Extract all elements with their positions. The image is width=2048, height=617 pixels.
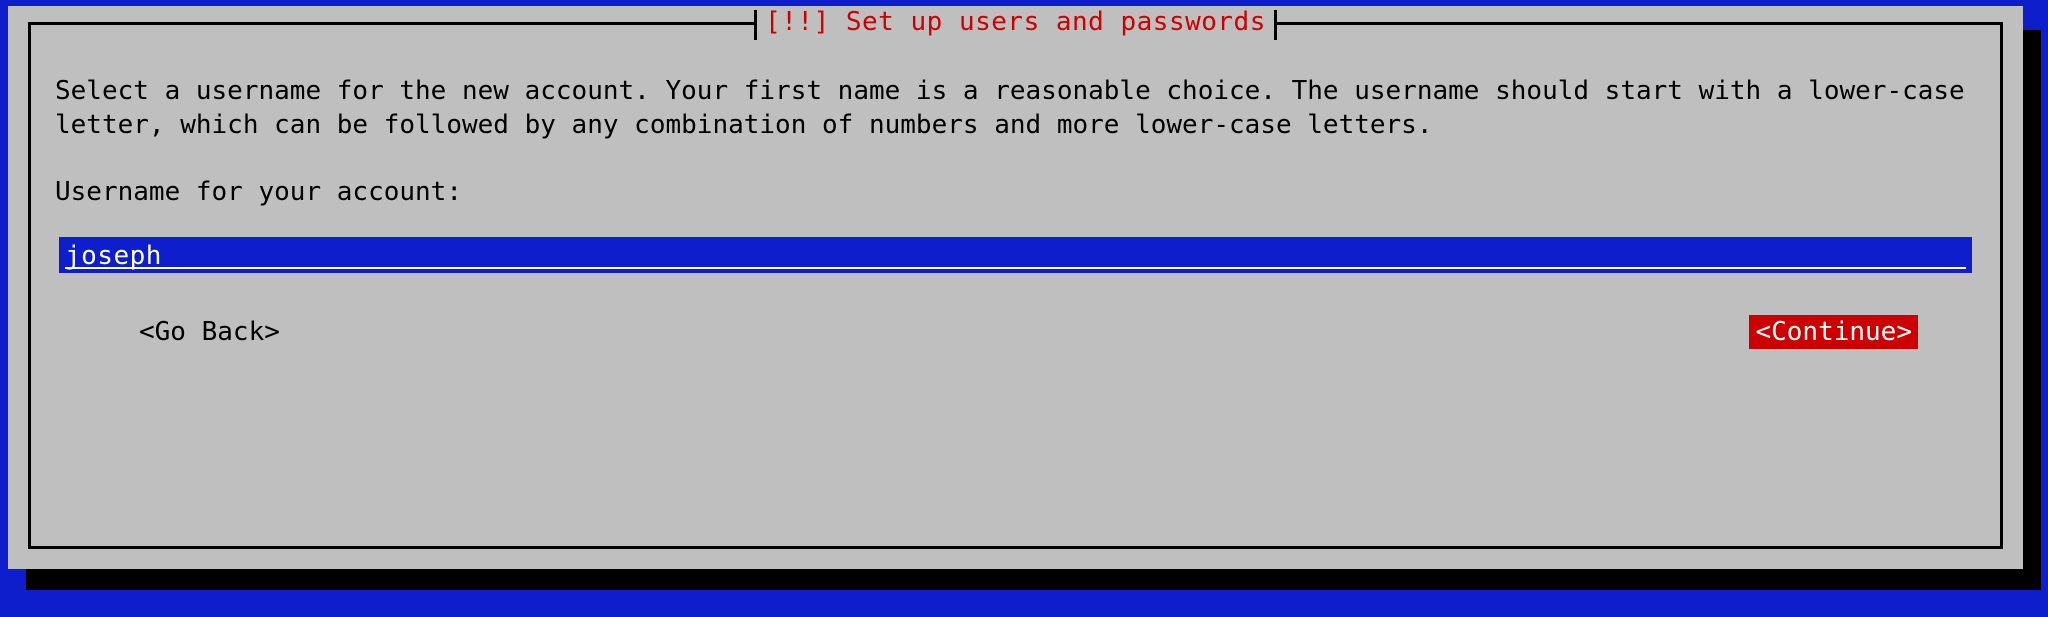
- go-back-button[interactable]: <Go Back>: [133, 315, 286, 349]
- dialog-title: [!!] Set up users and passwords: [757, 7, 1274, 37]
- dialog-button-row: <Go Back> <Continue>: [55, 315, 1976, 349]
- installer-dialog: [!!] Set up users and passwords Select a…: [8, 6, 2023, 569]
- dialog-frame: [!!] Set up users and passwords Select a…: [28, 22, 2003, 549]
- continue-button[interactable]: <Continue>: [1749, 315, 1918, 349]
- username-input[interactable]: [59, 237, 1972, 273]
- username-input-wrap[interactable]: [59, 237, 1972, 273]
- dialog-description: Select a username for the new account. Y…: [55, 75, 1975, 143]
- dialog-title-wrap: [!!] Set up users and passwords: [31, 7, 2000, 37]
- username-prompt-label: Username for your account:: [55, 177, 1976, 207]
